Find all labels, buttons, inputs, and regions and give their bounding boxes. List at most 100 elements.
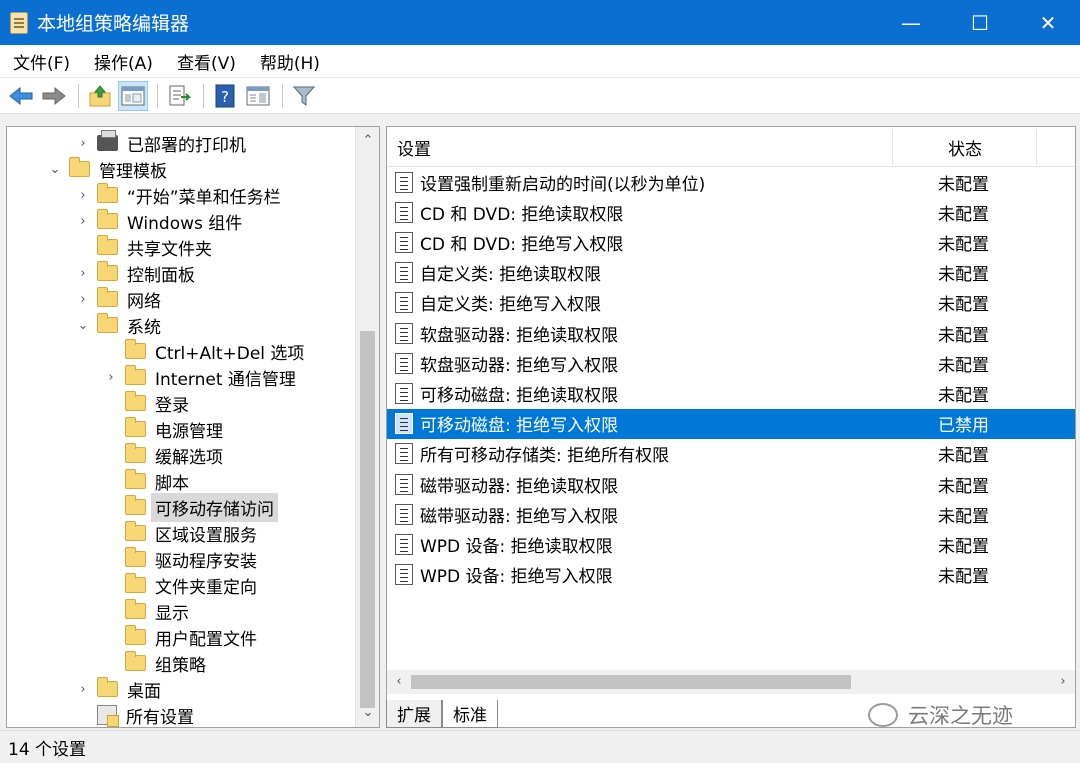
properties-view-button[interactable] [243, 81, 273, 111]
up-folder-button[interactable] [85, 81, 115, 111]
setting-row[interactable]: 磁带驱动器: 拒绝读取权限 未配置 [387, 469, 1075, 499]
setting-row[interactable]: 设置强制重新启动的时间(以秒为单位) 未配置 [387, 167, 1075, 197]
column-header-state[interactable]: 状态 [948, 127, 982, 167]
toolbar-separator [203, 83, 204, 108]
up-folder-icon [89, 84, 111, 106]
horizontal-scrollbar[interactable]: ‹ › [387, 670, 1075, 694]
expand-arrow-icon[interactable]: › [75, 292, 91, 307]
tree-item-label: 网络 [127, 291, 161, 312]
tree-item[interactable]: ⌄ 系统 [75, 312, 161, 338]
setting-state: 未配置 [938, 385, 989, 406]
setting-row[interactable]: 可移动磁盘: 拒绝写入权限 已禁用 [387, 408, 1075, 439]
tree-item[interactable]: 组策略 [103, 650, 206, 676]
menu-help[interactable]: 帮助(H) [247, 49, 331, 74]
tree-item[interactable]: › 已部署的打印机 [75, 130, 246, 156]
tree-item[interactable]: 驱动程序安装 [103, 546, 257, 572]
tree-item[interactable]: 脚本 [103, 468, 189, 494]
column-separator[interactable] [892, 129, 893, 165]
setting-row[interactable]: 软盘驱动器: 拒绝写入权限 未配置 [387, 348, 1075, 378]
expand-arrow-icon[interactable]: › [75, 266, 91, 281]
expand-arrow-icon[interactable]: › [103, 370, 119, 385]
setting-name: 自定义类: 拒绝写入权限 [420, 295, 602, 316]
back-button[interactable] [6, 81, 36, 111]
setting-row[interactable]: CD 和 DVD: 拒绝读取权限 未配置 [387, 197, 1075, 227]
tree-item[interactable]: › 网络 [75, 286, 161, 312]
tree-item[interactable]: › Internet 通信管理 [103, 364, 296, 390]
tab-extended[interactable]: 扩展 [386, 700, 442, 728]
horizontal-scroll-thumb[interactable] [411, 675, 851, 689]
minimize-button[interactable]: — [877, 0, 945, 45]
tree-item[interactable]: 文件夹重定向 [103, 572, 257, 598]
folder-icon [125, 599, 146, 619]
filter-button[interactable] [289, 81, 319, 111]
setting-row[interactable]: 自定义类: 拒绝读取权限 未配置 [387, 258, 1075, 288]
tree-item[interactable]: › 控制面板 [75, 260, 195, 286]
forward-button[interactable] [39, 81, 69, 111]
tree-item[interactable]: 所有设置 [75, 702, 194, 727]
forward-arrow-icon [42, 86, 66, 105]
tree-item[interactable]: 共享文件夹 [75, 234, 212, 260]
tree-item[interactable]: 可移动存储访问 [103, 492, 278, 522]
setting-row[interactable]: 软盘驱动器: 拒绝读取权限 未配置 [387, 318, 1075, 348]
setting-name: WPD 设备: 拒绝写入权限 [420, 567, 613, 588]
folder-icon [97, 261, 118, 281]
setting-state: 未配置 [938, 234, 989, 255]
tree-item[interactable]: › 桌面 [75, 676, 161, 702]
vertical-scroll-thumb[interactable] [360, 331, 375, 708]
toolbar-separator [78, 83, 79, 108]
policy-setting-icon [395, 201, 413, 223]
help-button[interactable]: ? [210, 81, 240, 111]
menu-view[interactable]: 查看(V) [164, 49, 247, 74]
menu-action[interactable]: 操作(A) [81, 49, 164, 74]
tree-item[interactable]: 电源管理 [103, 416, 223, 442]
settings-list[interactable]: 设置 状态 ‹ › 设置强制重新启动的时间(以秒为单位) 未配置 CD 和 DVD:… [386, 126, 1076, 728]
expand-arrow-icon[interactable]: › [75, 682, 91, 697]
tree-item[interactable]: 用户配置文件 [103, 624, 257, 650]
setting-row[interactable]: WPD 设备: 拒绝读取权限 未配置 [387, 529, 1075, 559]
scroll-up-icon[interactable]: ⌃ [356, 129, 379, 153]
tree-item[interactable]: 登录 [103, 390, 189, 416]
setting-name: 软盘驱动器: 拒绝读取权限 [420, 325, 619, 346]
setting-name: 磁带驱动器: 拒绝读取权限 [420, 476, 619, 497]
setting-row[interactable]: WPD 设备: 拒绝写入权限 未配置 [387, 560, 1075, 590]
tree-item[interactable]: ⌄ 管理模板 [47, 156, 167, 182]
svg-text:?: ? [221, 88, 229, 106]
tree-item[interactable]: 缓解选项 [103, 442, 223, 468]
setting-row[interactable]: 可移动磁盘: 拒绝读取权限 未配置 [387, 378, 1075, 408]
export-list-button[interactable] [164, 81, 194, 111]
collapse-arrow-icon[interactable]: ⌄ [47, 162, 63, 177]
tree-item[interactable]: Ctrl+Alt+Del 选项 [103, 338, 304, 364]
vertical-scrollbar[interactable]: ⌃ ⌄ [355, 127, 379, 727]
scroll-right-icon[interactable]: › [1051, 670, 1075, 694]
column-header-setting[interactable]: 设置 [397, 127, 431, 167]
policy-setting-icon [395, 292, 413, 314]
tree-item[interactable]: › “开始”菜单和任务栏 [75, 182, 281, 208]
show-hide-tree-button[interactable] [118, 80, 148, 111]
tree-item-label: 共享文件夹 [127, 239, 212, 260]
column-separator[interactable] [1036, 129, 1037, 165]
close-button[interactable]: ✕ [1014, 0, 1080, 45]
setting-name: WPD 设备: 拒绝读取权限 [420, 536, 613, 557]
setting-row[interactable]: 自定义类: 拒绝写入权限 未配置 [387, 288, 1075, 318]
setting-row[interactable]: 磁带驱动器: 拒绝写入权限 未配置 [387, 499, 1075, 529]
setting-row[interactable]: CD 和 DVD: 拒绝写入权限 未配置 [387, 227, 1075, 257]
tree-item[interactable]: 区域设置服务 [103, 520, 257, 546]
console-tree[interactable]: › 已部署的打印机 ⌄ 管理模板 › “开始”菜单和任务栏 › Windows 组件共享文件夹… [6, 126, 380, 728]
tree-item[interactable]: › Windows 组件 [75, 208, 242, 234]
tab-standard[interactable]: 标准 [442, 700, 498, 728]
title-bar[interactable]: 本地组策略编辑器 — ☐ ✕ [0, 0, 1080, 45]
maximize-button[interactable]: ☐ [946, 0, 1014, 45]
setting-name: 设置强制重新启动的时间(以秒为单位) [420, 174, 706, 195]
expand-arrow-icon[interactable]: › [75, 214, 91, 229]
expand-arrow-icon[interactable]: › [75, 188, 91, 203]
scroll-down-icon[interactable]: ⌄ [356, 701, 379, 725]
scroll-left-icon[interactable]: ‹ [387, 670, 411, 694]
collapse-arrow-icon[interactable]: ⌄ [75, 318, 91, 333]
expand-arrow-icon[interactable]: › [75, 136, 91, 151]
menu-file[interactable]: 文件(F) [0, 49, 81, 74]
setting-row[interactable]: 所有可移动存储类: 拒绝所有权限 未配置 [387, 439, 1075, 469]
tree-item[interactable]: 显示 [103, 598, 189, 624]
folder-icon [97, 677, 118, 697]
setting-state: 未配置 [938, 295, 989, 316]
setting-name: 可移动磁盘: 拒绝读取权限 [420, 385, 619, 406]
